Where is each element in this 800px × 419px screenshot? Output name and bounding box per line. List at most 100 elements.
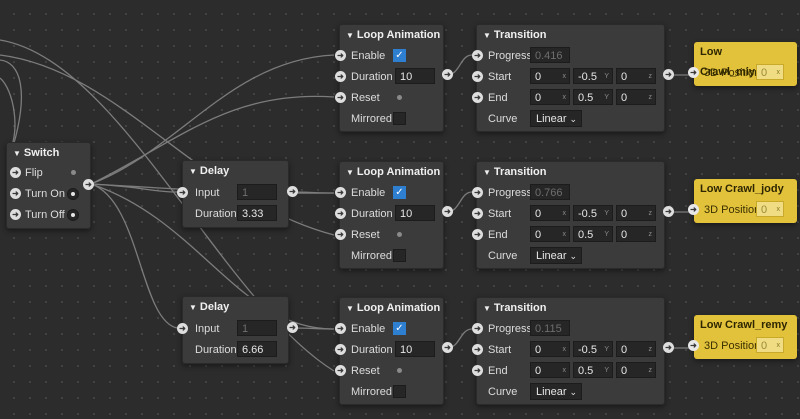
start-y-field[interactable]: -0.5 Y bbox=[573, 341, 613, 357]
arrow-right-circle-icon[interactable]: ➜ bbox=[335, 323, 346, 334]
arrow-right-circle-icon[interactable]: ➜ bbox=[335, 365, 346, 376]
reset-trigger-dot-icon[interactable] bbox=[397, 95, 402, 100]
transition-output-port-icon[interactable]: ➜ bbox=[663, 206, 674, 217]
switch-output-port-icon[interactable]: ➜ bbox=[83, 179, 94, 190]
switch-node-header[interactable]: ▼ Switch bbox=[7, 143, 90, 163]
arrow-right-circle-icon[interactable]: ➜ bbox=[335, 229, 346, 240]
transition-node[interactable]: ▼ Transition ➜ Progress 0.115 ➜ Start 0x … bbox=[472, 297, 665, 405]
delay-output-port-icon[interactable]: ➜ bbox=[287, 186, 298, 197]
loop-animation-node[interactable]: ▼ Loop Animation ➜ Enable ✓ ➜ Duration 10… bbox=[335, 161, 444, 269]
arrow-right-circle-icon[interactable]: ➜ bbox=[688, 67, 699, 78]
loop-animation-node[interactable]: ▼ Loop Animation ➜ Enable ✓ ➜ Duration 10… bbox=[335, 24, 444, 132]
position-x-field[interactable]: 0x bbox=[756, 201, 784, 217]
triangle-down-icon[interactable]: ▼ bbox=[189, 303, 197, 312]
curve-select[interactable]: Linear ⌄ bbox=[530, 383, 582, 400]
loop-node-header[interactable]: ▼ Loop Animation bbox=[340, 298, 443, 318]
object-node[interactable]: Low Crawl_remy ➜ 3D Position 0x bbox=[688, 315, 797, 359]
progress-field[interactable]: 0.416 bbox=[530, 47, 570, 63]
arrow-right-circle-icon[interactable]: ➜ bbox=[10, 167, 21, 178]
reset-trigger-dot-icon[interactable] bbox=[397, 232, 402, 237]
transition-node[interactable]: ▼ Transition ➜ Progress 0.766 ➜ Start 0x … bbox=[472, 161, 665, 269]
transition-output-port-icon[interactable]: ➜ bbox=[663, 69, 674, 80]
transition-node-header[interactable]: ▼ Transition bbox=[477, 162, 664, 182]
end-y-field[interactable]: 0.5 Y bbox=[573, 362, 613, 378]
turn-off-radio[interactable] bbox=[67, 209, 79, 221]
delay-output-port-icon[interactable]: ➜ bbox=[287, 322, 298, 333]
arrow-right-circle-icon[interactable]: ➜ bbox=[335, 71, 346, 82]
object-node[interactable]: Low Crawl_miyano ➜ 3D Position 0x bbox=[688, 42, 797, 86]
loop-output-port-icon[interactable]: ➜ bbox=[442, 69, 453, 80]
curve-select[interactable]: Linear ⌄ bbox=[530, 247, 582, 264]
enable-checkbox[interactable]: ✓ bbox=[393, 186, 406, 199]
enable-checkbox[interactable]: ✓ bbox=[393, 49, 406, 62]
triangle-down-icon[interactable]: ▼ bbox=[483, 168, 491, 177]
delay-node-header[interactable]: ▼ Delay bbox=[183, 297, 288, 317]
loop-output-port-icon[interactable]: ➜ bbox=[442, 342, 453, 353]
arrow-right-circle-icon[interactable]: ➜ bbox=[335, 50, 346, 61]
start-y-field[interactable]: -0.5 Y bbox=[573, 68, 613, 84]
arrow-right-circle-icon[interactable]: ➜ bbox=[472, 323, 483, 334]
triangle-down-icon[interactable]: ▼ bbox=[483, 31, 491, 40]
arrow-right-circle-icon[interactable]: ➜ bbox=[688, 340, 699, 351]
start-z-field[interactable]: 0z bbox=[616, 341, 656, 357]
end-y-field[interactable]: 0.5 Y bbox=[573, 89, 613, 105]
loop-duration-field[interactable]: 10 bbox=[395, 205, 435, 221]
transition-output-port-icon[interactable]: ➜ bbox=[663, 342, 674, 353]
triangle-down-icon[interactable]: ▼ bbox=[189, 167, 197, 176]
loop-duration-field[interactable]: 10 bbox=[395, 68, 435, 84]
arrow-right-circle-icon[interactable]: ➜ bbox=[10, 209, 21, 220]
arrow-right-circle-icon[interactable]: ➜ bbox=[472, 365, 483, 376]
arrow-right-circle-icon[interactable]: ➜ bbox=[472, 187, 483, 198]
loop-node-header[interactable]: ▼ Loop Animation bbox=[340, 162, 443, 182]
trigger-dot-icon[interactable] bbox=[71, 170, 76, 175]
arrow-right-circle-icon[interactable]: ➜ bbox=[335, 208, 346, 219]
transition-node-header[interactable]: ▼ Transition bbox=[477, 298, 664, 318]
end-z-field[interactable]: 0z bbox=[616, 226, 656, 242]
loop-node-header[interactable]: ▼ Loop Animation bbox=[340, 25, 443, 45]
delay-input-field[interactable]: 1 bbox=[237, 184, 277, 200]
arrow-right-circle-icon[interactable]: ➜ bbox=[335, 92, 346, 103]
triangle-down-icon[interactable]: ▼ bbox=[346, 31, 354, 40]
arrow-right-circle-icon[interactable]: ➜ bbox=[472, 229, 483, 240]
end-x-field[interactable]: 0x bbox=[530, 362, 570, 378]
triangle-down-icon[interactable]: ▼ bbox=[346, 168, 354, 177]
triangle-down-icon[interactable]: ▼ bbox=[483, 304, 491, 313]
start-y-field[interactable]: -0.5 Y bbox=[573, 205, 613, 221]
object-node[interactable]: Low Crawl_jody ➜ 3D Position 0x bbox=[688, 179, 797, 223]
arrow-right-circle-icon[interactable]: ➜ bbox=[177, 187, 188, 198]
mirrored-checkbox[interactable] bbox=[393, 385, 406, 398]
progress-field[interactable]: 0.766 bbox=[530, 184, 570, 200]
progress-field[interactable]: 0.115 bbox=[530, 320, 570, 336]
end-z-field[interactable]: 0z bbox=[616, 362, 656, 378]
arrow-right-circle-icon[interactable]: ➜ bbox=[10, 188, 21, 199]
transition-node-header[interactable]: ▼ Transition bbox=[477, 25, 664, 45]
arrow-right-circle-icon[interactable]: ➜ bbox=[472, 208, 483, 219]
triangle-down-icon[interactable]: ▼ bbox=[13, 149, 21, 158]
delay-node[interactable]: ▼ Delay ➜ Input 1 Duration 3.33 bbox=[177, 160, 289, 228]
delay-node[interactable]: ▼ Delay ➜ Input 1 Duration 6.66 bbox=[177, 296, 289, 364]
start-z-field[interactable]: 0z bbox=[616, 68, 656, 84]
loop-duration-field[interactable]: 10 bbox=[395, 341, 435, 357]
start-x-field[interactable]: 0x bbox=[530, 341, 570, 357]
position-x-field[interactable]: 0x bbox=[756, 337, 784, 353]
arrow-right-circle-icon[interactable]: ➜ bbox=[472, 344, 483, 355]
delay-input-field[interactable]: 1 bbox=[237, 320, 277, 336]
start-z-field[interactable]: 0z bbox=[616, 205, 656, 221]
mirrored-checkbox[interactable] bbox=[393, 112, 406, 125]
loop-output-port-icon[interactable]: ➜ bbox=[442, 206, 453, 217]
end-x-field[interactable]: 0x bbox=[530, 226, 570, 242]
position-x-field[interactable]: 0x bbox=[756, 64, 784, 80]
end-y-field[interactable]: 0.5 Y bbox=[573, 226, 613, 242]
start-x-field[interactable]: 0x bbox=[530, 205, 570, 221]
start-x-field[interactable]: 0x bbox=[530, 68, 570, 84]
transition-node[interactable]: ▼ Transition ➜ Progress 0.416 ➜ Start 0x … bbox=[472, 24, 665, 132]
arrow-right-circle-icon[interactable]: ➜ bbox=[335, 344, 346, 355]
loop-animation-node[interactable]: ▼ Loop Animation ➜ Enable ✓ ➜ Duration 10… bbox=[335, 297, 444, 405]
mirrored-checkbox[interactable] bbox=[393, 249, 406, 262]
turn-on-radio[interactable] bbox=[67, 188, 79, 200]
curve-select[interactable]: Linear ⌄ bbox=[530, 110, 582, 127]
triangle-down-icon[interactable]: ▼ bbox=[346, 304, 354, 313]
arrow-right-circle-icon[interactable]: ➜ bbox=[688, 204, 699, 215]
arrow-right-circle-icon[interactable]: ➜ bbox=[177, 323, 188, 334]
enable-checkbox[interactable]: ✓ bbox=[393, 322, 406, 335]
